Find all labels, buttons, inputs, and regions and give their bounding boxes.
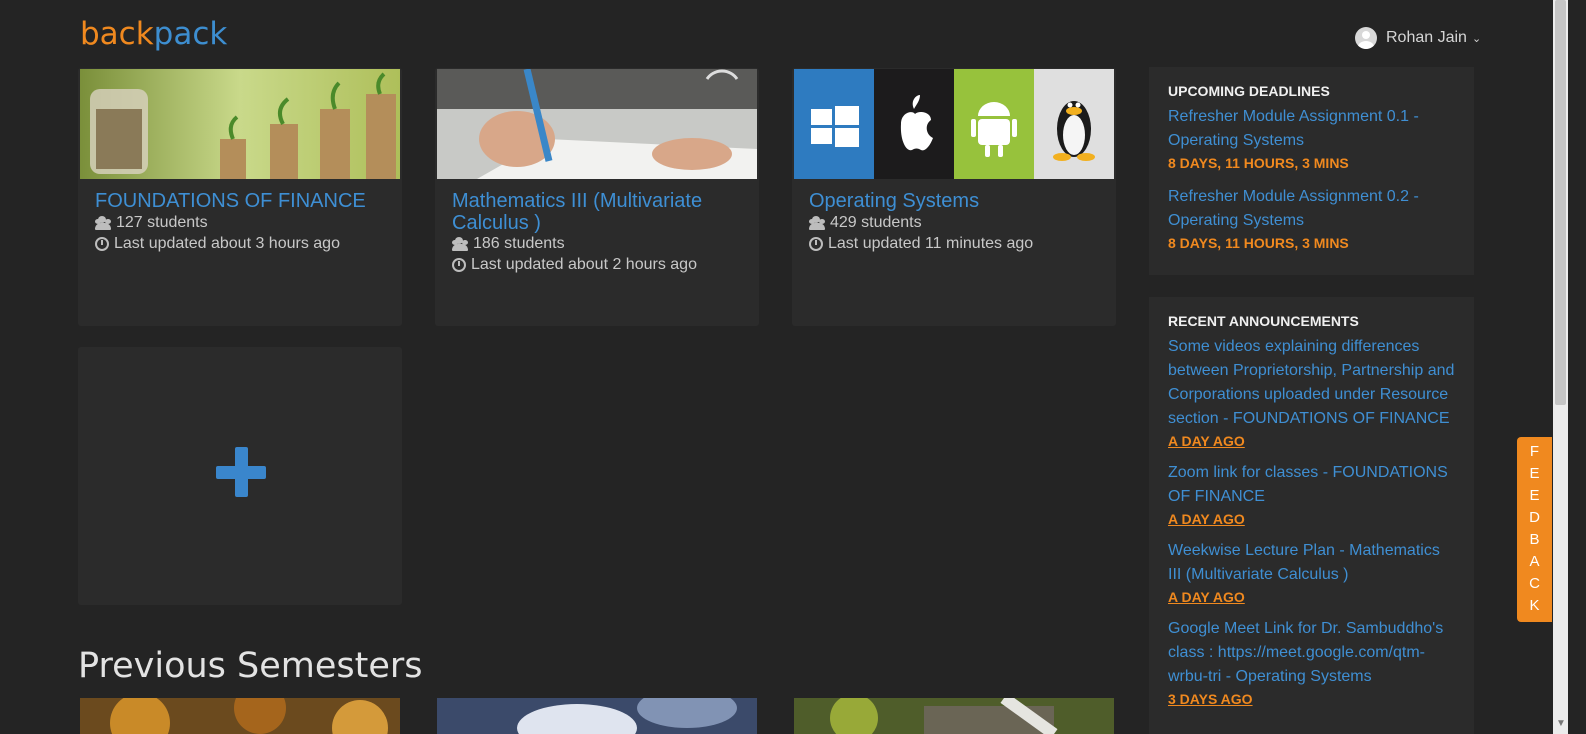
scroll-down-arrow-icon[interactable]: ▼ [1556,718,1566,729]
feedback-letter: K [1529,597,1540,614]
course-card-mathematics[interactable]: Mathematics III (Multivariate Calculus )… [435,68,759,326]
announcement-item: Weekwise Lecture Plan - Mathematics III … [1168,539,1455,607]
announcement-time[interactable]: A DAY AGO [1168,509,1455,529]
recent-announcements-panel: RECENT ANNOUNCEMENTS Some videos explain… [1149,297,1474,734]
users-icon [95,215,111,230]
plus-icon [216,447,266,497]
deadline-link[interactable]: Refresher Module Assignment 0.2 - Operat… [1168,185,1455,233]
scrollbar-thumb[interactable] [1555,0,1566,405]
course-card-finance[interactable]: FOUNDATIONS OF FINANCE 127 students Last… [78,68,402,326]
add-course-card[interactable] [78,347,402,605]
course-thumbnail-operating-systems [794,69,1114,179]
feedback-letter: C [1529,575,1540,592]
clock-icon [452,257,466,272]
deadline-countdown: 8 DAYS, 11 HOURS, 3 MINS [1168,155,1349,171]
student-count-text: 186 students [473,235,565,252]
announcement-item: Some videos explaining differences betwe… [1168,335,1455,451]
logo-text-back: back [80,16,154,52]
deadline-countdown: 8 DAYS, 11 HOURS, 3 MINS [1168,235,1349,251]
announcement-item: Zoom link for classes - FOUNDATIONS OF F… [1168,461,1455,529]
last-updated: Last updated about 2 hours ago [452,254,697,275]
last-updated: Last updated about 3 hours ago [95,233,340,254]
upcoming-deadlines-panel: UPCOMING DEADLINES Refresher Module Assi… [1149,67,1474,275]
users-icon [809,215,825,230]
logo-text-pack: pack [153,16,228,52]
avatar [1355,27,1377,49]
previous-semesters-heading: Previous Semesters [78,646,423,686]
recent-announcements-heading: RECENT ANNOUNCEMENTS [1168,313,1359,329]
deadline-item: Refresher Module Assignment 0.2 - Operat… [1168,185,1455,253]
announcement-time[interactable]: A DAY AGO [1168,431,1455,451]
deadline-link[interactable]: Refresher Module Assignment 0.1 - Operat… [1168,105,1455,153]
student-count: 127 students [95,212,208,233]
course-title[interactable]: Mathematics III (Multivariate Calculus ) [452,190,742,234]
backpack-logo[interactable]: backpack [80,14,227,54]
upcoming-deadlines-heading: UPCOMING DEADLINES [1168,83,1330,99]
course-card-operating-systems[interactable]: Operating Systems 429 students Last upda… [792,68,1116,326]
user-name: Rohan Jain [1386,29,1467,46]
feedback-letter: B [1529,531,1540,548]
feedback-letter: E [1529,465,1540,482]
last-updated-text: Last updated about 2 hours ago [471,256,697,273]
feedback-letter: D [1529,509,1540,526]
student-count-text: 429 students [830,214,922,231]
announcement-link[interactable]: Zoom link for classes - FOUNDATIONS OF F… [1168,461,1455,509]
announcement-item: Google Meet Link for Dr. Sambuddho's cla… [1168,617,1455,709]
chevron-down-icon: ⌄ [1471,32,1482,45]
previous-course-thumbnail[interactable] [80,698,400,734]
deadline-item: Refresher Module Assignment 0.1 - Operat… [1168,105,1455,173]
last-updated-text: Last updated about 3 hours ago [114,235,340,252]
student-count-text: 127 students [116,214,208,231]
last-updated-text: Last updated 11 minutes ago [828,235,1034,252]
users-icon [452,236,468,251]
previous-course-thumbnail[interactable] [794,698,1114,734]
announcement-link[interactable]: Weekwise Lecture Plan - Mathematics III … [1168,539,1455,587]
clock-icon [95,236,109,251]
previous-course-thumbnail[interactable] [437,698,757,734]
course-title[interactable]: FOUNDATIONS OF FINANCE [95,190,385,212]
student-count: 186 students [452,233,565,254]
course-thumbnail-mathematics [437,69,757,179]
announcement-link[interactable]: Google Meet Link for Dr. Sambuddho's cla… [1168,617,1455,689]
last-updated: Last updated 11 minutes ago [809,233,1033,254]
course-thumbnail-finance [80,69,400,179]
announcement-time[interactable]: A DAY AGO [1168,587,1455,607]
feedback-letter: E [1529,487,1540,504]
feedback-letter: A [1529,553,1540,570]
user-menu[interactable]: Rohan Jain ⌄ [1355,27,1481,49]
announcement-link[interactable]: Some videos explaining differences betwe… [1168,335,1455,431]
feedback-letter: F [1529,443,1540,460]
course-title[interactable]: Operating Systems [809,190,1099,212]
student-count: 429 students [809,212,922,233]
feedback-tab[interactable]: F E E D B A C K [1517,437,1552,622]
announcement-time[interactable]: 3 DAYS AGO [1168,689,1455,709]
clock-icon [809,236,823,251]
